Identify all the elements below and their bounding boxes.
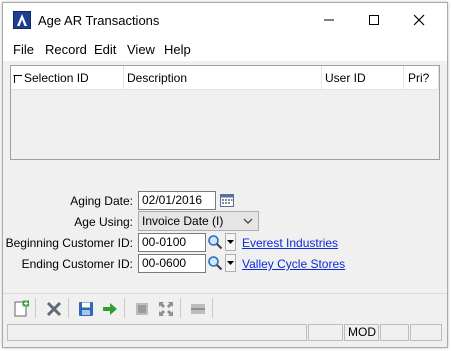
maximize-icon <box>369 15 379 25</box>
column-pri[interactable]: Pri? <box>404 66 439 90</box>
menu-view[interactable]: View <box>127 42 155 57</box>
app-window: Age AR Transactions File Record Edit Vie… <box>2 2 448 348</box>
ending-customer-name-link[interactable]: Valley Cycle Stores <box>242 257 345 271</box>
menu-edit[interactable]: Edit <box>94 42 116 57</box>
lookup-dropdown-button[interactable] <box>225 233 236 251</box>
delete-icon <box>46 301 62 317</box>
minimize-button[interactable] <box>306 3 352 37</box>
lookup-dropdown-button[interactable] <box>225 254 236 272</box>
toolbar-separator <box>180 298 181 318</box>
column-user-id[interactable]: User ID <box>322 66 404 90</box>
print-button <box>132 299 152 319</box>
close-icon <box>413 14 425 26</box>
dropdown-arrow-icon <box>227 240 234 244</box>
delete-button[interactable] <box>44 299 64 319</box>
ending-customer-id-field[interactable]: 00-0600 <box>138 254 206 273</box>
dropdown-arrow-icon <box>227 261 234 265</box>
menu-record[interactable]: Record <box>45 42 87 57</box>
lookup-search-icon[interactable] <box>207 255 223 271</box>
calendar-icon[interactable] <box>219 192 235 208</box>
toolbar-separator <box>124 298 125 318</box>
age-using-select[interactable]: Invoice Date (I) <box>138 211 259 231</box>
collapse-button <box>188 299 208 319</box>
column-label: Selection ID <box>24 71 89 85</box>
aging-date-field[interactable]: 02/01/2016 <box>138 191 216 210</box>
lookup-search-icon[interactable] <box>207 234 223 250</box>
grid-header: Selection ID Description User ID Pri? <box>11 66 439 90</box>
toolbar-separator <box>68 298 69 318</box>
app-logo-icon <box>13 11 31 29</box>
minimize-icon <box>324 19 334 21</box>
title-bar: Age AR Transactions <box>3 3 447 37</box>
column-selection-id[interactable]: Selection ID <box>11 66 124 90</box>
beginning-customer-name-link[interactable]: Everest Industries <box>242 236 338 250</box>
status-cell <box>380 324 409 341</box>
filter-icon <box>13 75 22 83</box>
selection-grid[interactable]: Selection ID Description User ID Pri? <box>10 65 440 160</box>
chevron-down-icon <box>243 218 253 224</box>
menu-file[interactable]: File <box>13 42 34 57</box>
column-label: Pri? <box>408 71 430 85</box>
toolbar-separator <box>212 298 213 318</box>
beginning-customer-id-label: Beginning Customer ID: <box>5 236 133 250</box>
window-title: Age AR Transactions <box>38 13 160 28</box>
save-button[interactable] <box>76 299 96 319</box>
status-cell <box>308 324 343 341</box>
print-icon <box>136 303 148 315</box>
column-label: Description <box>127 71 188 85</box>
menu-help[interactable]: Help <box>164 42 191 57</box>
age-using-value: Invoice Date (I) <box>142 214 224 228</box>
toolbar-separator <box>35 298 36 318</box>
expand-button <box>156 299 176 319</box>
status-mode: MOD <box>344 324 379 341</box>
age-using-label: Age Using: <box>74 215 133 229</box>
process-button[interactable] <box>100 299 120 319</box>
maximize-button[interactable] <box>351 3 397 37</box>
menu-bar: File Record Edit View Help <box>3 37 447 61</box>
status-cell <box>410 324 442 341</box>
toolbar <box>3 293 447 321</box>
beginning-customer-id-field[interactable]: 00-0100 <box>138 233 206 252</box>
new-icon <box>14 300 29 317</box>
status-message <box>7 324 307 341</box>
save-icon <box>79 302 93 316</box>
new-button[interactable] <box>11 299 31 319</box>
status-bar: MOD <box>3 323 447 343</box>
expand-icon <box>159 302 173 316</box>
aging-date-label: Aging Date: <box>70 194 133 208</box>
column-label: User ID <box>325 71 366 85</box>
close-button[interactable] <box>396 3 442 37</box>
process-icon <box>103 303 117 315</box>
ending-customer-id-label: Ending Customer ID: <box>21 257 133 271</box>
collapse-icon <box>191 304 205 314</box>
column-description[interactable]: Description <box>124 66 322 90</box>
